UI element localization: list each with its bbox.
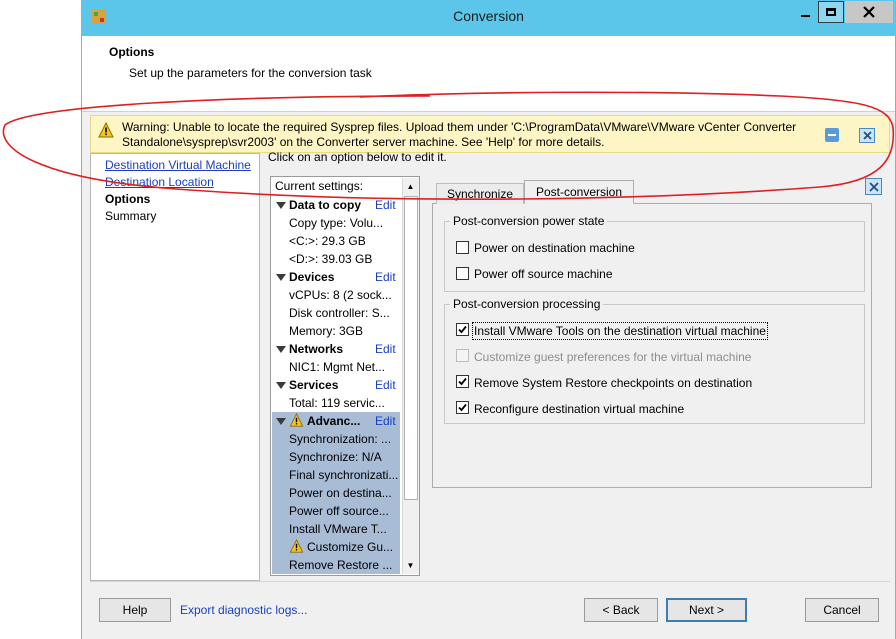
close-icon (863, 6, 875, 18)
edit-data-to-copy-link[interactable]: Edit (375, 198, 396, 212)
tree-cat-advanced[interactable]: Advanc... (307, 414, 360, 428)
tree-leaf[interactable]: Memory: 3GB (289, 324, 399, 338)
tree-leaf[interactable]: Copy type: Volu... (289, 216, 399, 230)
processing-legend: Post-conversion processing (450, 297, 604, 311)
nav-summary: Summary (105, 209, 157, 223)
tree-leaf[interactable]: Power off source... (289, 504, 399, 518)
close-button[interactable] (845, 1, 893, 23)
tree-leaf[interactable]: Customize Gu... (307, 540, 399, 554)
close-icon (862, 131, 872, 140)
tree-leaf[interactable]: Final synchronizati... (289, 468, 399, 482)
customize-guest-label: Customize guest preferences for the virt… (474, 350, 752, 364)
remove-restore-checkbox[interactable] (456, 375, 469, 388)
edit-devices-link[interactable]: Edit (375, 270, 396, 284)
tree-leaf[interactable]: Disk controller: S... (289, 306, 399, 320)
warning-icon (289, 539, 304, 553)
collapse-icon (828, 134, 836, 136)
edit-networks-link[interactable]: Edit (375, 342, 396, 356)
page-title: Options (109, 45, 155, 59)
page-subtitle: Set up the parameters for the conversion… (129, 66, 372, 80)
tree-cat-services[interactable]: Services (289, 378, 338, 392)
power-on-destination-label[interactable]: Power on destination machine (474, 241, 635, 255)
close-icon (868, 181, 879, 192)
next-button[interactable]: Next > (666, 598, 747, 622)
tab-synchronize[interactable]: Synchronize (436, 183, 524, 204)
tree-leaf[interactable]: NIC1: Mgmt Net... (289, 360, 399, 374)
power-off-source-checkbox[interactable] (456, 267, 469, 280)
tree-cat-networks[interactable]: Networks (289, 342, 343, 356)
warning-text: Warning: Unable to locate the required S… (122, 120, 797, 149)
help-button[interactable]: Help (99, 598, 171, 622)
reconfigure-label[interactable]: Reconfigure destination virtual machine (474, 402, 684, 416)
nav-destination-location[interactable]: Destination Location (105, 175, 214, 189)
tree-leaf[interactable]: Synchronization: ... (289, 432, 399, 446)
expand-icon[interactable] (276, 418, 286, 425)
tab-post-conversion[interactable]: Post-conversion (524, 180, 634, 204)
edit-advanced-link[interactable]: Edit (375, 414, 396, 428)
customize-guest-checkbox (456, 349, 469, 362)
tree-leaf[interactable]: Synchronize: N/A (289, 450, 399, 464)
expand-icon[interactable] (276, 202, 286, 209)
footer-divider (90, 581, 890, 582)
warning-collapse-button[interactable] (825, 128, 839, 142)
export-logs-link[interactable]: Export diagnostic logs... (180, 603, 307, 617)
back-button[interactable]: < Back (584, 598, 658, 622)
warning-icon (98, 122, 114, 138)
expand-icon[interactable] (276, 274, 286, 281)
warning-close-button[interactable] (859, 128, 875, 143)
power-state-legend: Post-conversion power state (450, 214, 608, 228)
maximize-button[interactable] (818, 1, 844, 23)
hint-text: Click on an option below to edit it. (268, 150, 447, 164)
checkmark-icon (458, 377, 467, 386)
tree-leaf[interactable]: vCPUs: 8 (2 sock... (289, 288, 399, 302)
power-on-destination-checkbox[interactable] (456, 241, 469, 254)
minimize-icon (800, 15, 810, 17)
tree-cat-devices[interactable]: Devices (289, 270, 334, 284)
tree-header: Current settings: (275, 179, 364, 193)
panel-close-button[interactable] (865, 178, 882, 195)
minimize-button[interactable] (793, 1, 817, 23)
power-off-source-label[interactable]: Power off source machine (474, 267, 613, 281)
checkmark-icon (458, 403, 467, 412)
tree-leaf[interactable]: Total: 119 servic... (289, 396, 399, 410)
expand-icon[interactable] (276, 382, 286, 389)
scroll-thumb[interactable] (404, 196, 418, 500)
tree-cat-data-to-copy[interactable]: Data to copy (289, 198, 361, 212)
cancel-button[interactable]: Cancel (805, 598, 879, 622)
expand-icon[interactable] (276, 346, 286, 353)
tree-leaf[interactable]: Power on destina... (289, 486, 399, 500)
tree-leaf[interactable]: Remove Restore ... (289, 558, 399, 572)
scroll-down-button[interactable]: ▼ (403, 558, 418, 572)
remove-restore-label[interactable]: Remove System Restore checkpoints on des… (474, 376, 752, 390)
reconfigure-checkbox[interactable] (456, 401, 469, 414)
warning-icon (289, 413, 304, 427)
tree-leaf[interactable]: Install VMware T... (289, 522, 399, 536)
maximize-icon (826, 8, 836, 16)
scroll-up-button[interactable]: ▲ (403, 179, 418, 193)
install-tools-checkbox[interactable] (456, 323, 469, 336)
nav-destination-vm[interactable]: Destination Virtual Machine (105, 158, 251, 172)
nav-options[interactable]: Options (105, 192, 150, 206)
window-title: Conversion (453, 8, 524, 24)
checkmark-icon (458, 325, 467, 334)
tree-leaf[interactable]: <C:>: 29.3 GB (289, 234, 399, 248)
power-state-group (444, 221, 865, 292)
install-tools-label[interactable]: Install VMware Tools on the destination … (472, 322, 768, 340)
edit-services-link[interactable]: Edit (375, 378, 396, 392)
tree-leaf[interactable]: <D:>: 39.03 GB (289, 252, 399, 266)
